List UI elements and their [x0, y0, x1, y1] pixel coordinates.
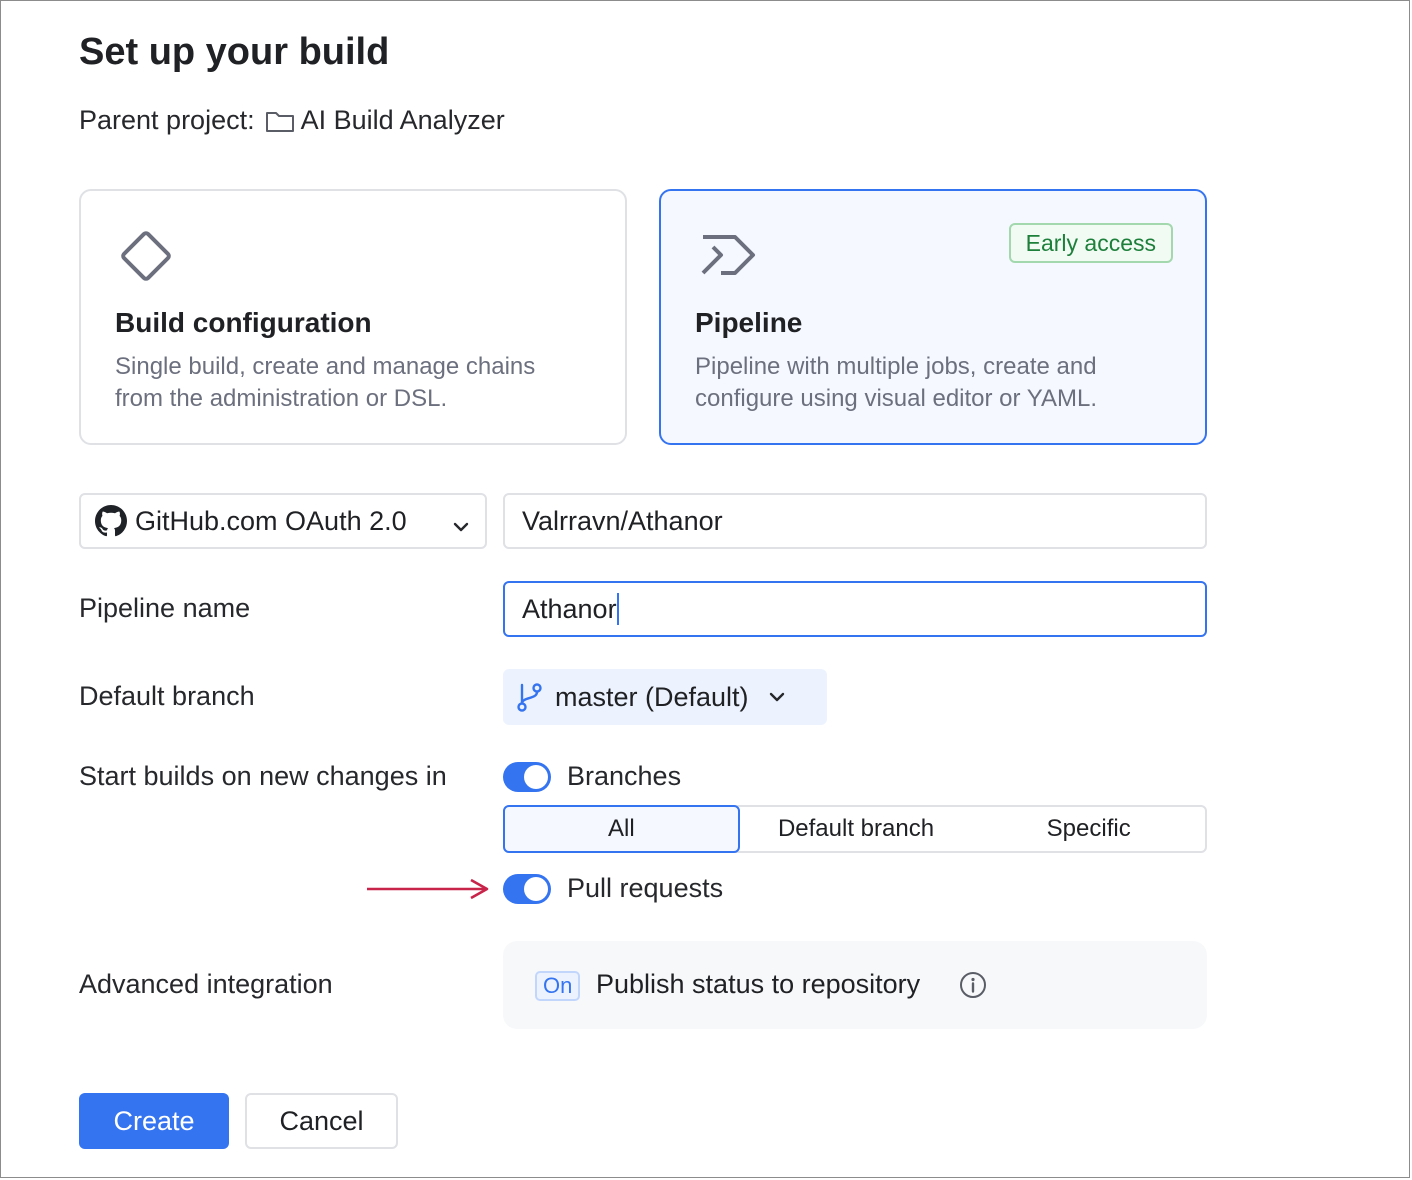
parent-project-label: Parent project: [79, 105, 255, 135]
pipeline-card[interactable]: Early access Pipeline Pipeline with mult… [659, 189, 1207, 445]
pipeline-name-input[interactable]: Athanor [503, 581, 1207, 637]
github-icon [95, 505, 127, 537]
diamond-icon [115, 225, 177, 292]
pipeline-title: Pipeline [695, 307, 803, 338]
branch-filter-default-branch[interactable]: Default branch [740, 807, 973, 851]
pipeline-name-value: Athanor [522, 594, 617, 624]
branch-filter-specific[interactable]: Specific [972, 807, 1205, 851]
publish-status-label: Publish status to repository [596, 969, 921, 999]
early-access-badge: Early access [1008, 223, 1173, 263]
advanced-integration-label: Advanced integration [79, 969, 333, 999]
parent-project-name[interactable]: AI Build Analyzer [301, 105, 505, 136]
advanced-integration-panel: On Publish status to repository [503, 941, 1207, 1029]
pipeline-description: Pipeline with multiple jobs, create and … [695, 353, 1097, 412]
default-branch-value: master (Default) [555, 681, 749, 712]
default-branch-select[interactable]: master (Default) [503, 669, 827, 725]
start-builds-label: Start builds on new changes in [79, 761, 447, 791]
info-icon[interactable] [959, 971, 987, 999]
page-title: Set up your build [79, 31, 390, 73]
branches-toggle[interactable] [503, 762, 551, 792]
branch-filter-segmented-control: All Default branch Specific [503, 805, 1207, 853]
vcs-provider-value: GitHub.com OAuth 2.0 [135, 505, 407, 536]
folder-icon [265, 109, 295, 133]
build-configuration-title: Build configuration [115, 307, 372, 338]
build-configuration-description: Single build, create and manage chains f… [115, 353, 536, 412]
toggle-knob [524, 765, 548, 789]
cancel-button[interactable]: Cancel [245, 1093, 398, 1149]
branch-icon [515, 681, 545, 713]
publish-status-chip[interactable]: On [535, 971, 581, 1001]
branch-filter-all[interactable]: All [503, 805, 740, 853]
branches-toggle-label: Branches [567, 761, 682, 791]
build-configuration-card[interactable]: Build configuration Single build, create… [79, 189, 627, 445]
pull-requests-toggle[interactable] [503, 874, 551, 904]
pipeline-icon [695, 225, 757, 292]
setup-build-dialog: Set up your build Parent project: AI Bui… [0, 0, 1410, 1178]
default-branch-label: Default branch [79, 681, 255, 711]
chevron-down-icon [451, 513, 471, 544]
text-caret [616, 592, 619, 625]
pipeline-name-label: Pipeline name [79, 593, 251, 623]
create-button[interactable]: Create [79, 1093, 229, 1149]
parent-project: Parent project: AI Build Analyzer [79, 105, 505, 136]
vcs-provider-select[interactable]: GitHub.com OAuth 2.0 [79, 493, 487, 549]
repository-input[interactable]: Valrravn/Athanor [503, 493, 1207, 549]
toggle-knob [524, 877, 548, 901]
chevron-down-icon [767, 687, 787, 707]
pull-requests-toggle-label: Pull requests [567, 873, 724, 903]
arrow-annotation-icon [367, 875, 491, 908]
